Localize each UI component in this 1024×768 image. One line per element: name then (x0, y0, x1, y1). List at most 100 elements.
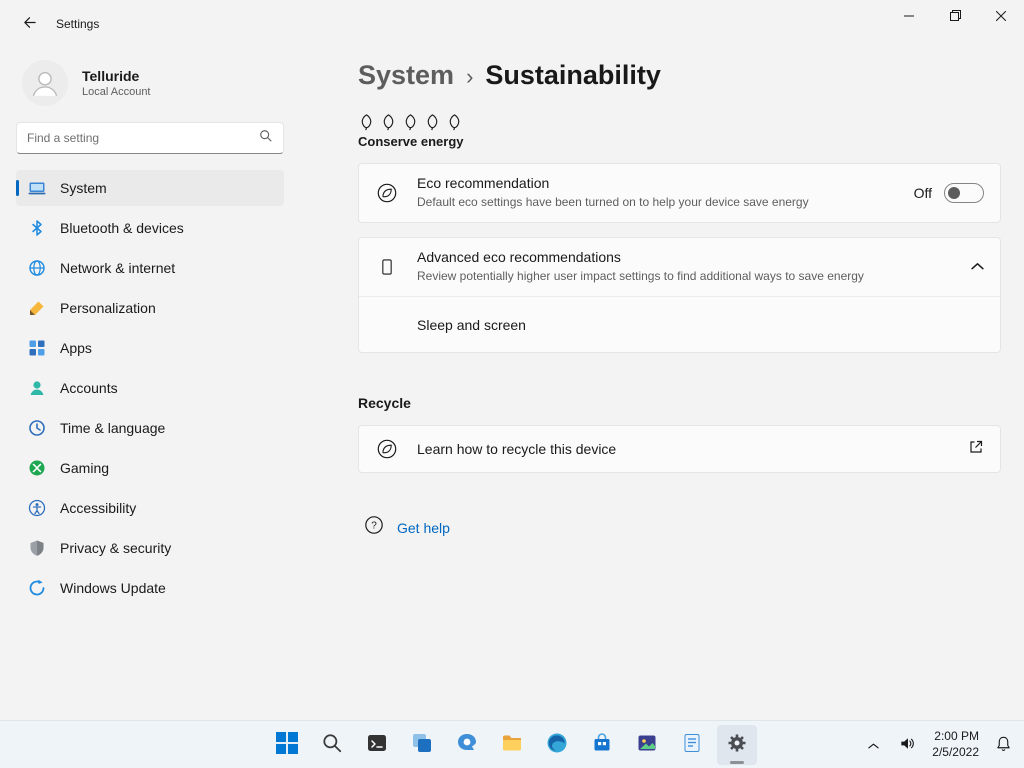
clock[interactable]: 2:00 PM 2/5/2022 (932, 729, 979, 760)
time-language-icon (28, 419, 46, 437)
personalization-icon (28, 299, 46, 317)
taskbar-search-button[interactable] (312, 725, 352, 765)
sidebar-item-time-language[interactable]: Time & language (16, 410, 284, 446)
sidebar-item-label: Time & language (60, 420, 166, 436)
external-link-icon (968, 439, 984, 460)
hidden-icons-button[interactable] (864, 734, 883, 757)
minimize-button[interactable] (886, 0, 932, 32)
photos-icon (635, 731, 659, 758)
network-icon (28, 259, 46, 277)
taskbar-center-icons (267, 724, 757, 765)
clock-date: 2/5/2022 (932, 745, 979, 759)
taskbar: 2:00 PM 2/5/2022 (0, 720, 1024, 768)
sidebar-item-privacy-security[interactable]: Privacy & security (16, 530, 284, 566)
store-bag-icon (590, 731, 614, 758)
sidebar-item-gaming[interactable]: Gaming (16, 450, 284, 486)
recycle-card: Learn how to recycle this device (358, 425, 1001, 473)
apps-icon (28, 339, 46, 357)
document-icon (680, 731, 704, 758)
close-button[interactable] (978, 0, 1024, 32)
task-view-icon (410, 731, 434, 758)
file-explorer-button[interactable] (492, 725, 532, 765)
sidebar-item-label: Personalization (60, 300, 156, 316)
windows-start-icon (276, 732, 298, 757)
settings-sidebar: Telluride Local Account System Bluetooth… (0, 48, 300, 720)
search-box (16, 122, 284, 154)
chat-button[interactable] (447, 725, 487, 765)
advanced-eco-header[interactable]: Advanced eco recommendations Review pote… (359, 238, 1000, 296)
window-controls (886, 0, 1024, 32)
recycle-link-row[interactable]: Learn how to recycle this device (359, 426, 1000, 472)
start-button[interactable] (267, 725, 307, 765)
volume-button[interactable] (895, 731, 920, 759)
toggle-knob (948, 187, 960, 199)
eco-recommendation-toggle[interactable] (944, 183, 984, 203)
avatar (22, 60, 68, 106)
window-title: Settings (56, 17, 100, 31)
settings-app-button[interactable] (717, 724, 757, 765)
system-icon (28, 179, 46, 197)
back-arrow-icon (22, 15, 37, 33)
eco-recommendation-card: Eco recommendation Default eco settings … (358, 163, 1001, 223)
sidebar-item-network-internet[interactable]: Network & internet (16, 250, 284, 286)
eco-leaves-row (358, 113, 1001, 131)
store-button[interactable] (582, 725, 622, 765)
sidebar-item-accessibility[interactable]: Accessibility (16, 490, 284, 526)
edge-icon (545, 731, 569, 758)
folder-icon (500, 731, 524, 758)
sidebar-item-label: System (60, 180, 107, 196)
close-icon (995, 9, 1007, 24)
help-icon: ? (364, 515, 384, 540)
photos-button[interactable] (627, 725, 667, 765)
terminal-icon (365, 731, 389, 758)
eco-recommendation-description: Default eco settings have been turned on… (417, 195, 809, 210)
sleep-and-screen-label: Sleep and screen (417, 316, 526, 333)
conserve-energy-label: Conserve energy (358, 134, 464, 149)
search-icon (259, 129, 273, 148)
leaf-icon (380, 113, 397, 131)
edge-browser-button[interactable] (537, 725, 577, 765)
speaker-icon (899, 735, 916, 755)
chat-bubble-icon (455, 731, 479, 758)
leaf-icon (402, 113, 419, 131)
search-input[interactable] (27, 131, 259, 145)
back-button[interactable] (10, 8, 48, 40)
task-view-button[interactable] (402, 725, 442, 765)
device-screen-icon (375, 256, 399, 278)
bluetooth-icon (28, 219, 46, 237)
recycle-heading: Recycle (358, 395, 411, 411)
eco-globe-icon (375, 182, 399, 204)
titlebar: Settings (0, 0, 1024, 48)
accessibility-icon (28, 499, 46, 517)
sleep-and-screen-row[interactable]: Sleep and screen (359, 296, 1000, 352)
advanced-eco-description: Review potentially higher user impact se… (417, 269, 864, 284)
sidebar-item-personalization[interactable]: Personalization (16, 290, 284, 326)
sidebar-item-system[interactable]: System (16, 170, 284, 206)
system-tray: 2:00 PM 2/5/2022 (864, 721, 1016, 768)
maximize-restore-button[interactable] (932, 0, 978, 32)
page-title: Sustainability (485, 60, 661, 90)
chevron-up-icon (971, 258, 984, 276)
bell-icon (995, 735, 1012, 755)
sidebar-item-label: Apps (60, 340, 92, 356)
breadcrumb-system[interactable]: System (358, 60, 454, 91)
sidebar-item-bluetooth-devices[interactable]: Bluetooth & devices (16, 210, 284, 246)
sidebar-item-windows-update[interactable]: Windows Update (16, 570, 284, 606)
account-type: Local Account (82, 86, 151, 98)
main-content: System › Sustainability Conserve energy … (358, 48, 1001, 720)
get-help-link[interactable]: Get help (397, 520, 450, 536)
windows-update-icon (28, 579, 46, 597)
sidebar-item-label: Accounts (60, 380, 118, 396)
minimize-icon (904, 9, 914, 24)
sidebar-item-accounts[interactable]: Accounts (16, 370, 284, 406)
notepad-button[interactable] (672, 725, 712, 765)
sidebar-item-apps[interactable]: Apps (16, 330, 284, 366)
leaf-icon (446, 113, 463, 131)
account-profile[interactable]: Telluride Local Account (22, 60, 284, 106)
restore-icon (949, 9, 961, 24)
advanced-eco-card: Advanced eco recommendations Review pote… (358, 237, 1001, 353)
advanced-eco-title: Advanced eco recommendations (417, 249, 621, 266)
taskbar-terminal-button[interactable] (357, 725, 397, 765)
notifications-button[interactable] (991, 731, 1016, 759)
sidebar-item-label: Accessibility (60, 500, 137, 516)
